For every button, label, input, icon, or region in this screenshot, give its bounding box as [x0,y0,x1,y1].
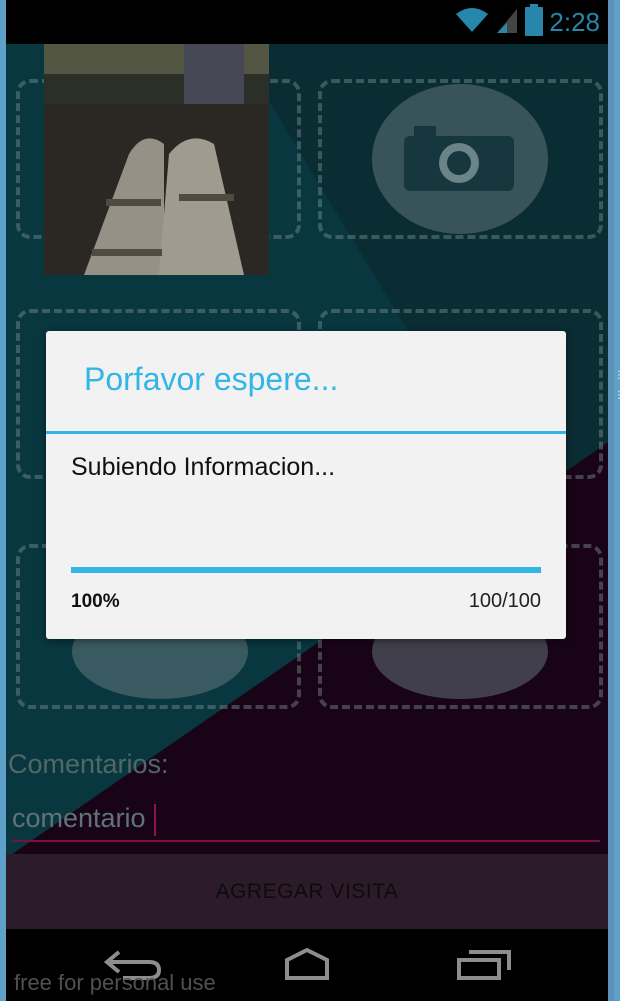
progress-percent: 100% [71,591,120,612]
progress-bar [71,567,541,573]
frame-dots-top: ⋮ [614,370,620,381]
device-frame-right: ⋮ ⋮ [614,0,620,1001]
frame-dots-bottom: ⋮ [614,390,620,401]
progress-count: 100/100 [468,590,541,612]
dialog-title-divider [46,431,566,434]
dialog-message: Subiendo Informacion... [71,453,336,481]
progress-dialog: Porfavor espere... Subiendo Informacion.… [46,331,566,639]
phone-screen: 2:28 Comentarios: comentario AGREGAR VIS… [6,0,608,1001]
dialog-title: Porfavor espere... [84,361,339,397]
progress-bar-fill [71,567,541,573]
